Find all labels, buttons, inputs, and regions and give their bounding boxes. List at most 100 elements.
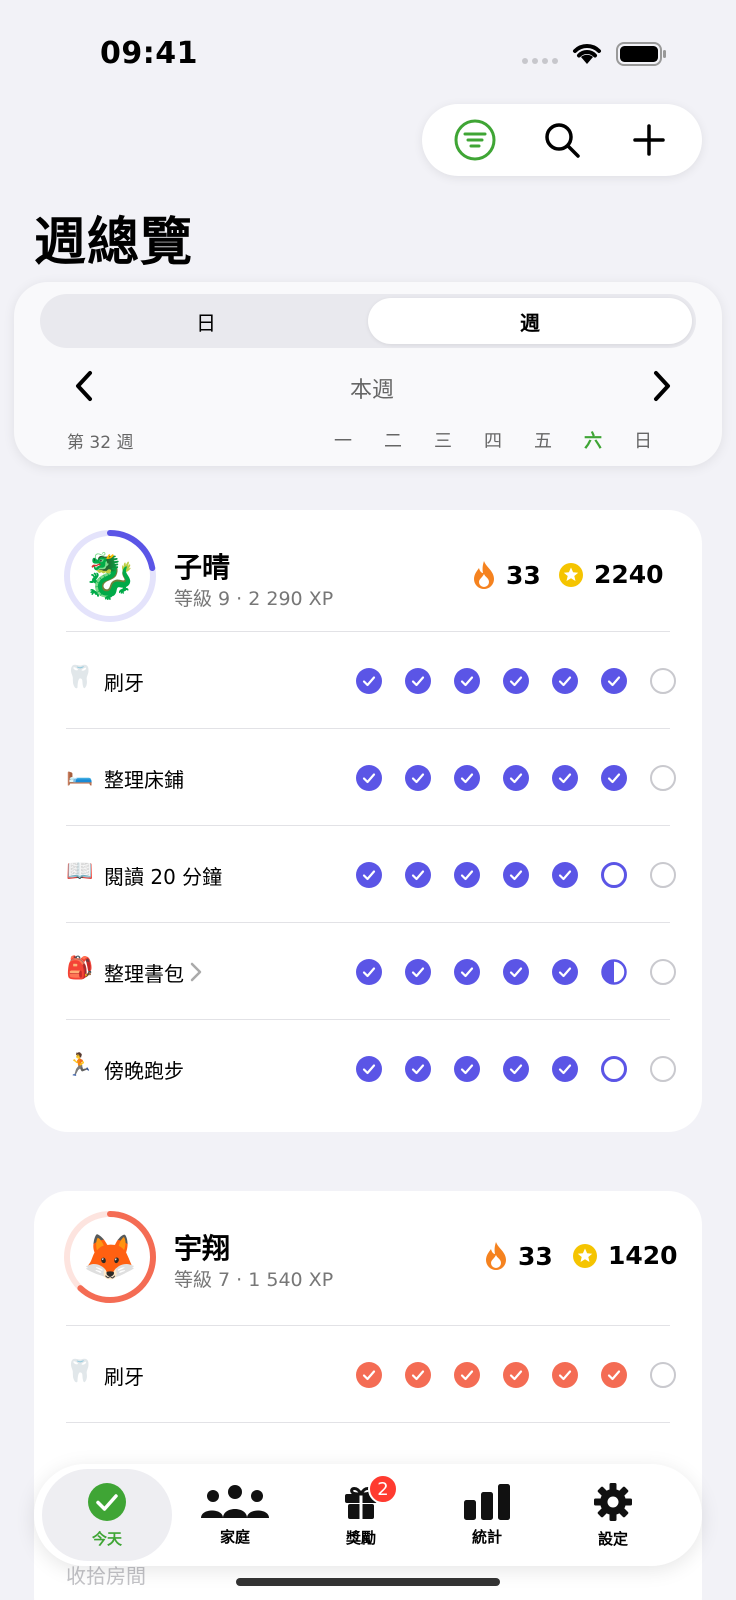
day-done-check[interactable] — [454, 959, 480, 985]
segment-week[interactable]: 週 — [368, 298, 692, 344]
search-icon — [545, 123, 580, 158]
weekday-sun: 日 — [634, 431, 652, 452]
divider — [66, 1325, 670, 1326]
day-empty-circle[interactable] — [650, 862, 676, 888]
task-row[interactable]: 🦷 刷牙 — [66, 1327, 676, 1423]
day-pending-circle[interactable] — [601, 1056, 627, 1082]
chevron-left-icon — [76, 371, 92, 401]
task-row[interactable]: 🛏️ 整理床鋪 — [66, 730, 676, 826]
tab-label: 獎勵 — [345, 1528, 376, 1547]
day-done-check[interactable] — [356, 1362, 382, 1388]
tab-settings[interactable]: 設定 — [548, 1464, 678, 1566]
day-done-check[interactable] — [503, 959, 529, 985]
weekday-wed: 三 — [434, 431, 452, 452]
tooth-icon: 🦷 — [66, 665, 94, 690]
add-button[interactable] — [622, 113, 676, 167]
task-row[interactable]: 📖 閱讀 20 分鐘 — [66, 827, 676, 923]
checkmark-icon — [460, 870, 474, 881]
day-done-check[interactable] — [405, 765, 431, 791]
checkmark-icon — [362, 1064, 376, 1075]
day-done-check[interactable] — [405, 1056, 431, 1082]
day-empty-circle[interactable] — [650, 765, 676, 791]
day-done-check[interactable] — [503, 862, 529, 888]
day-empty-circle[interactable] — [650, 1362, 676, 1388]
tab-stats[interactable]: 統計 — [422, 1464, 552, 1566]
divider — [66, 1019, 670, 1020]
tab-rewards[interactable]: 獎勵 2 — [296, 1464, 426, 1566]
checkmark-icon — [411, 1370, 425, 1381]
day-empty-circle[interactable] — [650, 959, 676, 985]
day-done-check[interactable] — [503, 668, 529, 694]
task-row[interactable]: 🦷 刷牙 — [66, 633, 676, 729]
task-label: 傍晚跑步 — [104, 1059, 184, 1083]
day-done-check[interactable] — [601, 668, 627, 694]
day-done-check[interactable] — [405, 1362, 431, 1388]
day-done-check[interactable] — [552, 959, 578, 985]
day-done-check[interactable] — [552, 1362, 578, 1388]
task-row[interactable]: 🎒 整理書包 — [66, 924, 676, 1020]
period-label: 本週 — [349, 378, 394, 403]
day-done-check[interactable] — [405, 862, 431, 888]
tab-family[interactable]: 家庭 — [170, 1464, 300, 1566]
tab-today[interactable]: 今天 — [42, 1469, 172, 1561]
day-done-check[interactable] — [552, 765, 578, 791]
day-empty-circle[interactable] — [650, 668, 676, 694]
day-done-check[interactable] — [454, 862, 480, 888]
day-done-check[interactable] — [356, 765, 382, 791]
day-done-check[interactable] — [503, 1362, 529, 1388]
segmented-control: 日 週 — [40, 294, 696, 348]
notification-badge: 2 — [368, 1474, 398, 1504]
kid-name[interactable]: 子晴 — [174, 546, 230, 586]
runner-icon: 🏃 — [66, 1053, 94, 1078]
next-week-button[interactable] — [642, 366, 682, 406]
divider — [66, 825, 670, 826]
day-pending-circle[interactable] — [601, 862, 627, 888]
day-done-check[interactable] — [356, 959, 382, 985]
page-title: 週總覽 — [34, 213, 194, 273]
day-done-check[interactable] — [552, 862, 578, 888]
day-done-check[interactable] — [503, 765, 529, 791]
day-done-check[interactable] — [552, 668, 578, 694]
previous-week-button[interactable] — [64, 366, 104, 406]
checkmark-icon — [558, 773, 572, 784]
bed-icon: 🛏️ — [66, 762, 94, 787]
chevron-right-icon[interactable] — [190, 962, 202, 982]
task-row[interactable]: 🏃 傍晚跑步 — [66, 1021, 676, 1117]
checkmark-icon — [460, 676, 474, 687]
day-done-check[interactable] — [601, 1362, 627, 1388]
checkmark-icon — [509, 967, 523, 978]
day-done-check[interactable] — [405, 668, 431, 694]
battery-icon — [616, 42, 666, 66]
day-done-check[interactable] — [454, 668, 480, 694]
checkmark-icon — [509, 676, 523, 687]
day-empty-circle[interactable] — [650, 1056, 676, 1082]
day-done-check[interactable] — [356, 1056, 382, 1082]
filter-button[interactable] — [448, 113, 502, 167]
day-partial-circle[interactable] — [601, 959, 627, 985]
day-done-check[interactable] — [552, 1056, 578, 1082]
stars-count: 1420 — [608, 1241, 678, 1270]
day-done-check[interactable] — [405, 959, 431, 985]
day-done-check[interactable] — [356, 668, 382, 694]
checkmark-icon — [558, 967, 572, 978]
search-button[interactable] — [535, 113, 589, 167]
day-done-check[interactable] — [454, 765, 480, 791]
avatar: 🐉 — [82, 551, 138, 602]
home-indicator — [236, 1578, 500, 1586]
checkmark-icon — [509, 870, 523, 881]
checkmark-icon — [509, 773, 523, 784]
checkmark-icon — [558, 870, 572, 881]
checkmark-icon — [558, 1370, 572, 1381]
day-done-check[interactable] — [601, 765, 627, 791]
day-done-check[interactable] — [454, 1056, 480, 1082]
day-done-check[interactable] — [356, 862, 382, 888]
day-done-check[interactable] — [503, 1056, 529, 1082]
weekday-mon: 一 — [334, 431, 352, 452]
segment-day[interactable]: 日 — [44, 298, 368, 344]
checkmark-icon — [362, 676, 376, 687]
tab-label: 設定 — [597, 1529, 628, 1548]
period-selector: 日 週 本週 第 32 週 一 二 三 四 五 六 日 — [14, 282, 722, 466]
gear-icon — [594, 1482, 632, 1521]
kid-name[interactable]: 宇翔 — [174, 1227, 230, 1267]
day-done-check[interactable] — [454, 1362, 480, 1388]
